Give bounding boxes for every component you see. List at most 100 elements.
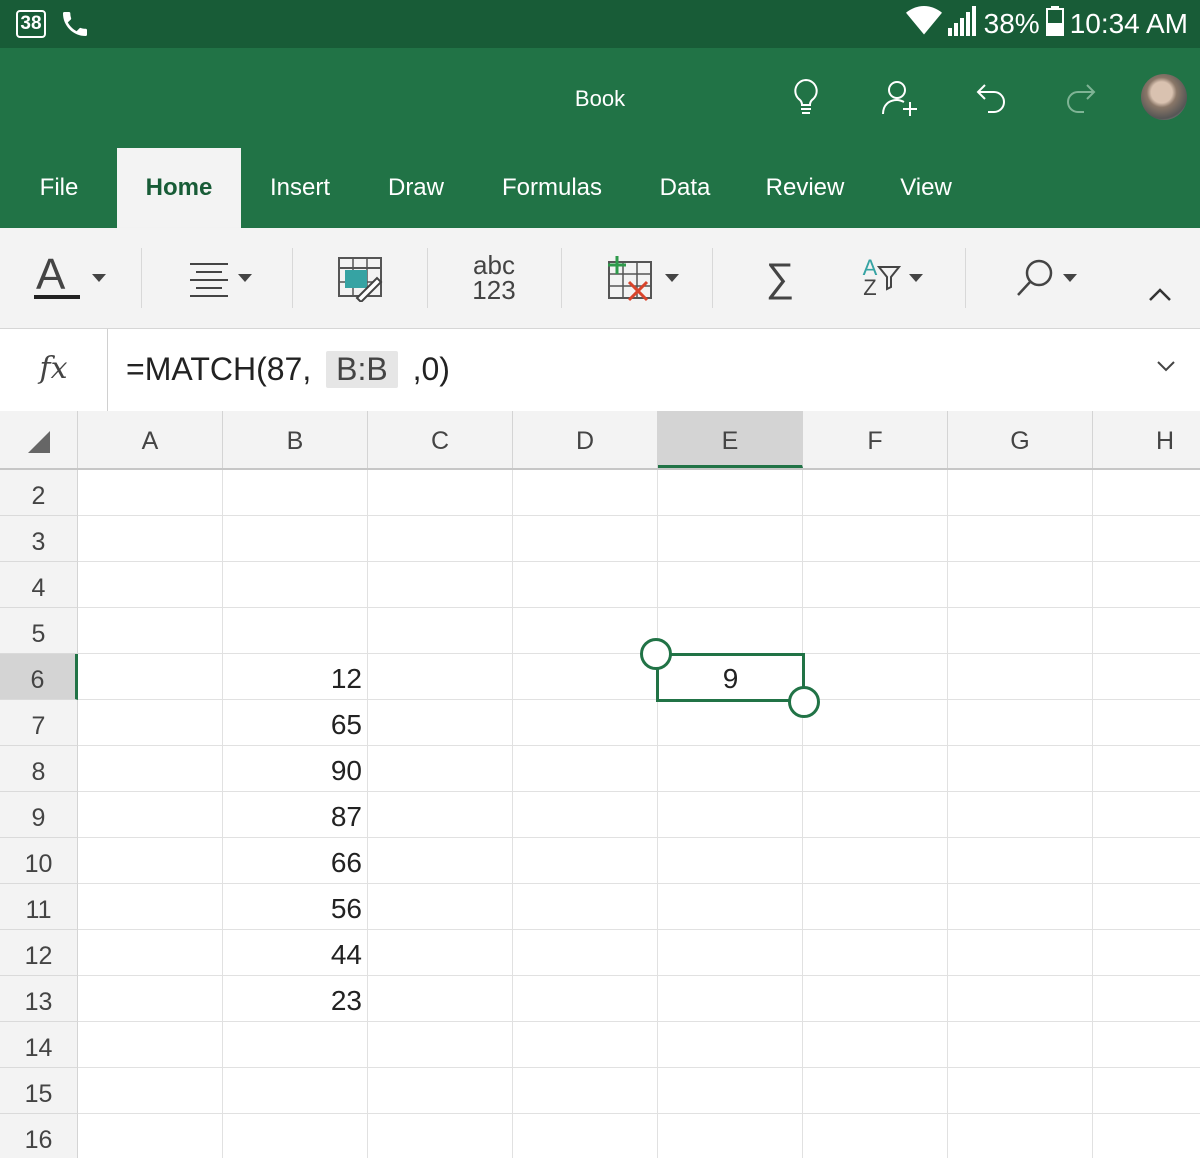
- cell-b12[interactable]: 44: [223, 930, 368, 976]
- redo-icon[interactable]: [1058, 74, 1106, 122]
- tab-home[interactable]: Home: [117, 148, 241, 228]
- gridline: [78, 1067, 1200, 1068]
- ribbon-divider: [561, 248, 562, 308]
- row-header-15[interactable]: 15: [0, 1068, 78, 1114]
- row-header-13[interactable]: 13: [0, 976, 78, 1022]
- gridline: [947, 470, 948, 1158]
- cell-styles-icon: [338, 257, 383, 302]
- formula-bar: fx =MATCH(87, B:B ,0): [0, 329, 1200, 412]
- column-header-g[interactable]: G: [948, 411, 1093, 468]
- gridline: [802, 470, 803, 1158]
- gridline: [78, 561, 1200, 562]
- cell-e6[interactable]: 9: [658, 654, 803, 700]
- row-header-11[interactable]: 11: [0, 884, 78, 930]
- align-button[interactable]: [180, 248, 260, 308]
- phone-icon: [58, 8, 92, 45]
- sort-filter-icon: A Z: [863, 257, 878, 300]
- insert-delete-button[interactable]: [598, 248, 682, 308]
- collapse-ribbon-icon[interactable]: [1140, 264, 1180, 324]
- gridline: [1092, 470, 1093, 1158]
- row-header-3[interactable]: 3: [0, 516, 78, 562]
- sort-filter-button[interactable]: A Z: [852, 248, 934, 308]
- cell-b11[interactable]: 56: [223, 884, 368, 930]
- clock: 10:34 AM: [1069, 8, 1188, 39]
- tab-data[interactable]: Data: [648, 148, 722, 228]
- cell-b10[interactable]: 66: [223, 838, 368, 884]
- formula-input[interactable]: =MATCH(87, B:B ,0): [126, 347, 450, 391]
- formula-range-reference: B:B: [326, 350, 398, 388]
- row-header-16[interactable]: 16: [0, 1114, 78, 1158]
- row-header-9[interactable]: 9: [0, 792, 78, 838]
- cell-b13[interactable]: 23: [223, 976, 368, 1022]
- font-color-button[interactable]: A: [26, 248, 112, 308]
- selection-handle-top-left[interactable]: [640, 638, 672, 670]
- gridline: [512, 470, 513, 1158]
- ribbon-tabs: File Home Insert Draw Formulas Data Revi…: [0, 148, 1200, 228]
- cell-styles-button[interactable]: [330, 248, 390, 308]
- formula-suffix: ,0): [403, 350, 450, 387]
- gridline: [78, 607, 1200, 608]
- find-icon: [1017, 259, 1053, 296]
- fx-icon[interactable]: fx: [0, 329, 108, 411]
- chevron-down-icon: [665, 274, 679, 282]
- row-header-12[interactable]: 12: [0, 930, 78, 976]
- cell-b7[interactable]: 65: [223, 700, 368, 746]
- row-header-2[interactable]: 2: [0, 470, 78, 516]
- tab-file[interactable]: File: [22, 148, 96, 228]
- row-header-14[interactable]: 14: [0, 1022, 78, 1068]
- title-bar: Book: [0, 48, 1200, 148]
- wifi-icon: [905, 5, 942, 43]
- ribbon-home: A abc 123 ∑ A Z: [0, 228, 1200, 329]
- lightbulb-icon[interactable]: [782, 74, 830, 122]
- autosum-button[interactable]: ∑: [755, 248, 805, 308]
- row-header-4[interactable]: 4: [0, 562, 78, 608]
- tab-insert[interactable]: Insert: [258, 148, 342, 228]
- tab-formulas[interactable]: Formulas: [494, 148, 610, 228]
- row-header-6[interactable]: 6: [0, 654, 78, 700]
- avatar[interactable]: [1141, 74, 1187, 120]
- expand-formula-icon[interactable]: [1156, 359, 1176, 378]
- column-header-h[interactable]: H: [1093, 411, 1200, 468]
- tab-draw[interactable]: Draw: [374, 148, 458, 228]
- sort-z-letter: Z: [863, 275, 877, 300]
- ribbon-divider: [292, 248, 293, 308]
- cell-b8[interactable]: 90: [223, 746, 368, 792]
- status-bar: 38 38% 10:34 AM: [0, 0, 1200, 48]
- column-header-b[interactable]: B: [223, 411, 368, 468]
- tab-view[interactable]: View: [888, 148, 964, 228]
- spreadsheet-grid[interactable]: 2 3 4 5 6 7 8 9 10 11 12 13 14 15 16 12 …: [0, 470, 1200, 1158]
- cell-b6[interactable]: 12: [223, 654, 368, 700]
- share-person-icon[interactable]: [876, 74, 924, 122]
- column-header-f[interactable]: F: [803, 411, 948, 468]
- number-format-button[interactable]: abc 123: [458, 248, 530, 308]
- chevron-down-icon: [238, 274, 252, 282]
- ribbon-divider: [712, 248, 713, 308]
- row-header-7[interactable]: 7: [0, 700, 78, 746]
- row-header-8[interactable]: 8: [0, 746, 78, 792]
- signal-icon: [947, 5, 978, 43]
- undo-icon[interactable]: [966, 74, 1014, 122]
- find-button[interactable]: [1005, 248, 1087, 308]
- row-header-5[interactable]: 5: [0, 608, 78, 654]
- select-all-corner[interactable]: [0, 411, 78, 468]
- filter-funnel-icon: [877, 266, 902, 291]
- tab-review[interactable]: Review: [758, 148, 852, 228]
- battery-percent: 38%: [983, 8, 1040, 39]
- insert-delete-icon: [608, 256, 652, 302]
- cell-b9[interactable]: 87: [223, 792, 368, 838]
- ribbon-divider: [141, 248, 142, 308]
- autosum-icon: ∑: [765, 255, 795, 300]
- gridline: [78, 515, 1200, 516]
- battery-icon: [1045, 5, 1064, 43]
- row-header-10[interactable]: 10: [0, 838, 78, 884]
- gridline: [657, 470, 658, 1158]
- column-header-c[interactable]: C: [368, 411, 513, 468]
- document-title[interactable]: Book: [0, 86, 1200, 112]
- column-header-e[interactable]: E: [658, 411, 803, 468]
- column-header-a[interactable]: A: [78, 411, 223, 468]
- selection-handle-bottom-right[interactable]: [788, 686, 820, 718]
- chevron-down-icon: [92, 274, 106, 282]
- chevron-down-icon: [909, 274, 924, 282]
- column-header-d[interactable]: D: [513, 411, 658, 468]
- ribbon-divider: [427, 248, 428, 308]
